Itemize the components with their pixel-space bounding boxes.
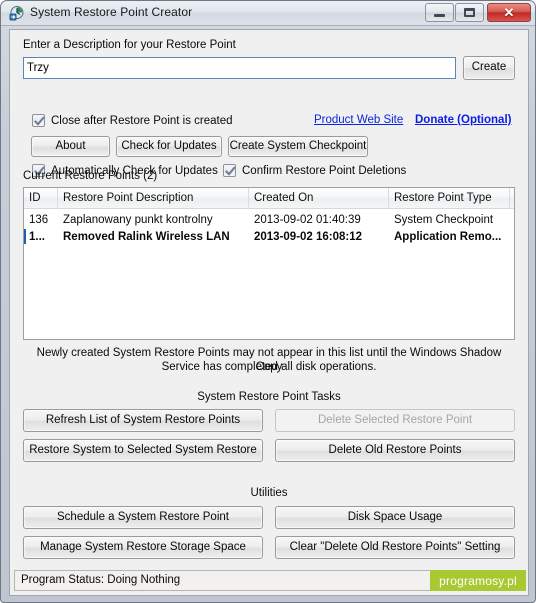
check-icon	[34, 116, 45, 126]
maximize-button[interactable]	[455, 3, 484, 22]
check-icon	[225, 166, 236, 176]
column-header-created-on[interactable]: Created On	[249, 188, 389, 208]
close-icon: ✕	[503, 4, 515, 20]
listview-header: ID Restore Point Description Created On …	[24, 188, 514, 209]
status-text: Program Status: Doing Nothing	[21, 574, 181, 586]
about-button[interactable]: About	[31, 136, 110, 157]
cell-type: System Checkpoint	[394, 213, 494, 226]
client-area: Enter a Description for your Restore Poi…	[9, 29, 529, 596]
shadow-copy-note-line2: Service has completed all disk operation…	[161, 361, 377, 373]
cell-description: Removed Ralink Wireless LAN	[63, 230, 230, 243]
window-title: System Restore Point Creator	[30, 5, 193, 19]
disk-space-usage-button[interactable]: Disk Space Usage	[275, 506, 515, 529]
schedule-restore-point-button[interactable]: Schedule a System Restore Point	[23, 506, 263, 529]
column-header-id[interactable]: ID	[24, 188, 58, 208]
minimize-button[interactable]	[425, 3, 454, 22]
cell-description: Zaplanowany punkt kontrolny	[63, 213, 213, 226]
cell-created-on: 2013-09-02 01:40:39	[254, 213, 361, 226]
restore-system-button[interactable]: Restore System to Selected System Restor…	[23, 439, 263, 462]
delete-old-points-button[interactable]: Delete Old Restore Points	[275, 439, 515, 462]
checkbox-box	[32, 114, 45, 127]
donate-link[interactable]: Donate (Optional)	[415, 114, 511, 126]
create-checkpoint-button[interactable]: Create System Checkpoint	[228, 136, 368, 157]
tasks-caption: System Restore Point Tasks	[197, 391, 341, 403]
list-caption: Current Restore Points (2)	[23, 170, 158, 182]
description-label: Enter a Description for your Restore Poi…	[23, 39, 236, 51]
cell-type: Application Remo...	[394, 230, 502, 243]
restore-points-listview[interactable]: ID Restore Point Description Created On …	[23, 187, 515, 340]
programosy-watermark: programosy.pl	[430, 570, 526, 591]
clock-restore-icon	[8, 5, 25, 22]
confirm-deletions-checkbox[interactable]: Confirm Restore Point Deletions	[223, 164, 406, 177]
column-header-filler	[510, 188, 514, 208]
product-web-site-link[interactable]: Product Web Site	[314, 114, 403, 126]
refresh-list-button[interactable]: Refresh List of System Restore Points	[23, 409, 263, 432]
description-input[interactable]	[23, 57, 456, 79]
utilities-caption: Utilities	[250, 487, 288, 499]
application-window: System Restore Point Creator ✕ Enter a D…	[0, 0, 536, 603]
cell-id: 136	[29, 213, 49, 226]
status-bar: Program Status: Doing Nothing programosy…	[14, 570, 526, 591]
confirm-deletions-label: Confirm Restore Point Deletions	[242, 164, 407, 177]
checkbox-box	[223, 164, 236, 177]
cell-created-on: 2013-09-02 16:08:12	[254, 230, 363, 243]
close-after-checkbox[interactable]: Close after Restore Point is created	[32, 114, 233, 127]
check-updates-button[interactable]: Check for Updates	[116, 136, 222, 157]
title-bar[interactable]: System Restore Point Creator ✕	[1, 1, 535, 26]
column-header-description[interactable]: Restore Point Description	[58, 188, 249, 208]
maximize-icon	[456, 4, 483, 21]
create-button[interactable]: Create	[463, 56, 515, 80]
cell-id: 1...	[29, 230, 45, 243]
column-header-type[interactable]: Restore Point Type	[389, 188, 510, 208]
table-row[interactable]: 1... Removed Ralink Wireless LAN 2013-09…	[24, 228, 514, 245]
minimize-icon	[426, 4, 453, 21]
manage-storage-space-button[interactable]: Manage System Restore Storage Space	[23, 536, 263, 559]
close-after-label: Close after Restore Point is created	[51, 114, 233, 127]
table-row[interactable]: 136 Zaplanowany punkt kontrolny 2013-09-…	[24, 211, 514, 228]
close-button[interactable]: ✕	[487, 3, 531, 22]
delete-selected-button[interactable]: Delete Selected Restore Point	[275, 409, 515, 432]
clear-delete-old-setting-button[interactable]: Clear "Delete Old Restore Points" Settin…	[275, 536, 515, 559]
